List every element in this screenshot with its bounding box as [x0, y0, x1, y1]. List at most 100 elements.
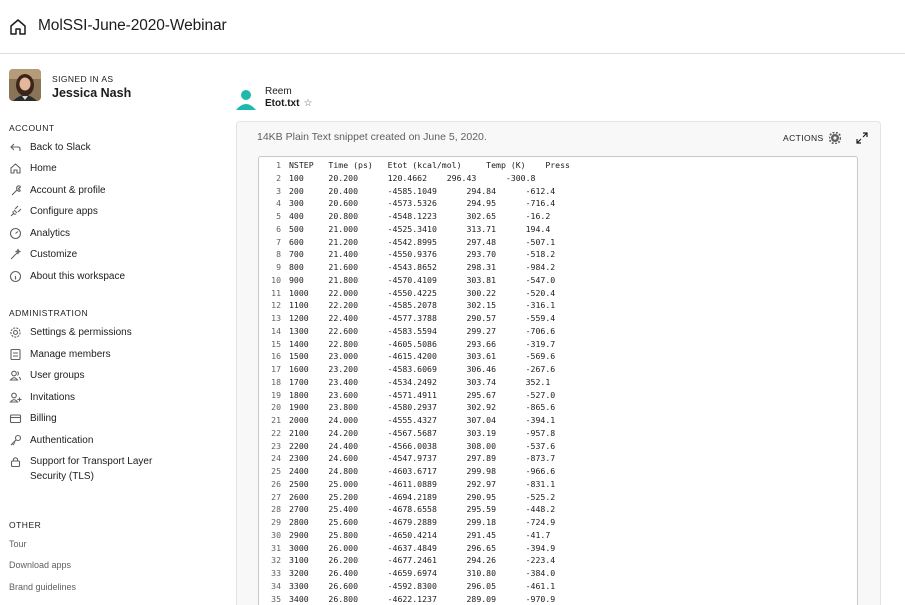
- line-text: 2900 25.800 -4650.4214 291.45 -41.7: [289, 529, 551, 540]
- code-line: 18 1700 23.400 -4534.2492 303.74 352.1: [259, 376, 570, 389]
- line-number: 9: [276, 262, 281, 272]
- sidebar-item-customize[interactable]: Customize: [9, 248, 77, 261]
- line-text: 500 21.000 -4525.3410 313.71 194.4: [289, 223, 551, 234]
- line-number: 35: [271, 593, 281, 604]
- line-text: 900 21.800 -4570.4109 303.81 -547.0: [289, 274, 556, 285]
- account-heading: ACCOUNT: [9, 123, 55, 133]
- code-line: 20 1900 23.800 -4580.2937 302.92 -865.6: [259, 401, 570, 414]
- code-line: 15 1400 22.800 -4605.5086 293.66 -319.7: [259, 338, 570, 351]
- line-number: 32: [271, 555, 281, 566]
- user-avatar-icon: [235, 88, 257, 110]
- code-line: 11 1000 22.000 -4550.4225 300.22 -520.4: [259, 287, 570, 300]
- code-line: 28 2700 25.400 -4678.6558 295.59 -448.2: [259, 503, 570, 516]
- other-item-brand-guidelines[interactable]: Brand guidelines: [9, 582, 76, 592]
- line-number: 1: [276, 160, 281, 170]
- sidebar-item-label: User groups: [30, 370, 85, 381]
- code-viewer[interactable]: 1 NSTEP Time (ps) Etot (kcal/mol) Temp (K…: [258, 156, 858, 605]
- star-icon[interactable]: ☆: [303, 98, 312, 109]
- line-number: 4: [276, 198, 281, 209]
- expand-icon[interactable]: [856, 131, 868, 144]
- back-arrow-icon: [9, 141, 22, 154]
- line-text: 2600 25.200 -4694.2189 290.95 -525.2: [289, 491, 556, 502]
- line-text: 3300 26.600 -4592.8300 296.05 -461.1: [289, 580, 556, 591]
- code-line: 33 3200 26.400 -4659.6974 310.80 -384.0: [259, 567, 570, 580]
- lock-icon: [9, 455, 22, 468]
- sidebar-item-label: Authentication: [30, 435, 94, 446]
- line-number: 18: [271, 376, 281, 387]
- gear-icon[interactable]: [828, 131, 842, 145]
- line-number: 6: [276, 223, 281, 234]
- line-number: 25: [271, 466, 281, 476]
- tls-label-line2: Security (TLS): [30, 471, 94, 482]
- sidebar-item-billing[interactable]: Billing: [9, 412, 57, 425]
- sidebar-item-label: Analytics: [30, 228, 71, 239]
- actions-button[interactable]: ACTIONS: [783, 133, 824, 143]
- tls-label-line1: Support for Transport Layer: [30, 456, 153, 467]
- code-line: 3 200 20.400 -4585.1049 294.84 -612.4: [259, 185, 570, 198]
- line-number: 10: [271, 274, 281, 285]
- code-line: 4 300 20.600 -4573.5326 294.95 -716.4: [259, 197, 570, 210]
- other-item-download-apps[interactable]: Download apps: [9, 560, 71, 570]
- sidebar-item-manage-members[interactable]: Manage members: [9, 348, 111, 361]
- sidebar-item-about-workspace[interactable]: About this workspace: [9, 270, 125, 283]
- code-line: 13 1200 22.400 -4577.3788 290.57 -559.4: [259, 312, 570, 325]
- line-text: 2700 25.400 -4678.6558 295.59 -448.2: [289, 504, 556, 515]
- line-text: 700 21.400 -4550.9376 293.70 -518.2: [289, 249, 556, 260]
- workspace-title[interactable]: MolSSI-June-2020-Webinar: [38, 17, 227, 35]
- other-heading: OTHER: [9, 520, 42, 530]
- line-number: 11: [271, 287, 281, 298]
- line-text: 1100 22.200 -4585.2078 302.15 -316.1: [289, 300, 556, 311]
- line-number: 19: [271, 389, 281, 400]
- line-number: 17: [271, 364, 281, 374]
- avatar: [9, 69, 41, 101]
- line-number: 8: [276, 249, 281, 260]
- sender-name[interactable]: Reem: [265, 86, 292, 97]
- home-icon[interactable]: [8, 17, 28, 37]
- line-text: 2400 24.800 -4603.6717 299.98 -966.6: [289, 466, 556, 476]
- line-number: 15: [271, 338, 281, 349]
- sidebar-item-tls-support[interactable]: Support for Transport Layer Security (TL…: [9, 454, 152, 484]
- sidebar-item-label: Customize: [30, 249, 78, 260]
- gauge-icon: [9, 227, 22, 240]
- code-line: 32 3100 26.200 -4677.2461 294.26 -223.4: [259, 554, 570, 567]
- sidebar-item-invitations[interactable]: Invitations: [9, 391, 75, 404]
- sidebar-item-configure-apps[interactable]: Configure apps: [9, 205, 98, 218]
- line-text: 400 20.800 -4548.1223 302.65 -16.2: [289, 211, 551, 221]
- user-name: Jessica Nash: [52, 86, 132, 100]
- line-text: 1500 23.000 -4615.4200 303.61 -569.6: [289, 351, 556, 362]
- line-text: 1300 22.600 -4583.5594 299.27 -706.6: [289, 325, 556, 336]
- line-number: 22: [271, 427, 281, 438]
- code-line: 9 800 21.600 -4543.8652 298.31 -984.2: [259, 261, 570, 274]
- add-user-icon: [9, 391, 22, 404]
- file-name[interactable]: Etot.txt: [265, 98, 299, 109]
- line-text: 600 21.200 -4542.8995 297.48 -507.1: [289, 236, 556, 247]
- snippet-meta: 14KB Plain Text snippet created on June …: [257, 131, 487, 143]
- sidebar-item-label: Support for Transport Layer Security (TL…: [30, 454, 152, 484]
- code-line: 24 2300 24.600 -4547.9737 297.89 -873.7: [259, 452, 570, 465]
- line-text: 1600 23.200 -4583.6069 306.46 -267.6: [289, 364, 556, 374]
- line-text: 300 20.600 -4573.5326 294.95 -716.4: [289, 198, 556, 209]
- sidebar-item-authentication[interactable]: Authentication: [9, 434, 93, 447]
- sidebar: SIGNED IN AS Jessica Nash ACCOUNT Back t…: [0, 54, 225, 605]
- line-number: 33: [271, 568, 281, 578]
- line-text: 2000 24.000 -4555.4327 307.04 -394.1: [289, 415, 556, 425]
- sidebar-item-analytics[interactable]: Analytics: [9, 227, 70, 240]
- line-number: 12: [271, 300, 281, 311]
- sidebar-item-account-profile[interactable]: Account & profile: [9, 184, 106, 197]
- sidebar-item-home[interactable]: Home: [9, 162, 57, 175]
- line-text: 2200 24.400 -4566.0038 308.00 -537.6: [289, 440, 556, 451]
- other-item-tour[interactable]: Tour: [9, 539, 27, 549]
- code-line: 5 400 20.800 -4548.1223 302.65 -16.2: [259, 210, 570, 223]
- line-number: 2: [276, 172, 281, 183]
- line-text: 3000 26.000 -4637.4849 296.65 -394.9: [289, 542, 556, 553]
- code-line: 7 600 21.200 -4542.8995 297.48 -507.1: [259, 236, 570, 249]
- sidebar-item-user-groups[interactable]: User groups: [9, 369, 84, 382]
- line-number: 23: [271, 440, 281, 451]
- line-text: 2500 25.000 -4611.0889 292.97 -831.1: [289, 478, 556, 489]
- sidebar-item-back-to-slack[interactable]: Back to Slack: [9, 141, 91, 154]
- line-text: 1200 22.400 -4577.3788 290.57 -559.4: [289, 313, 556, 323]
- line-number: 5: [276, 211, 281, 221]
- line-number: 30: [271, 529, 281, 540]
- sidebar-item-settings-permissions[interactable]: Settings & permissions: [9, 326, 132, 339]
- line-text: 3400 26.800 -4622.1237 289.09 -970.9: [289, 593, 556, 604]
